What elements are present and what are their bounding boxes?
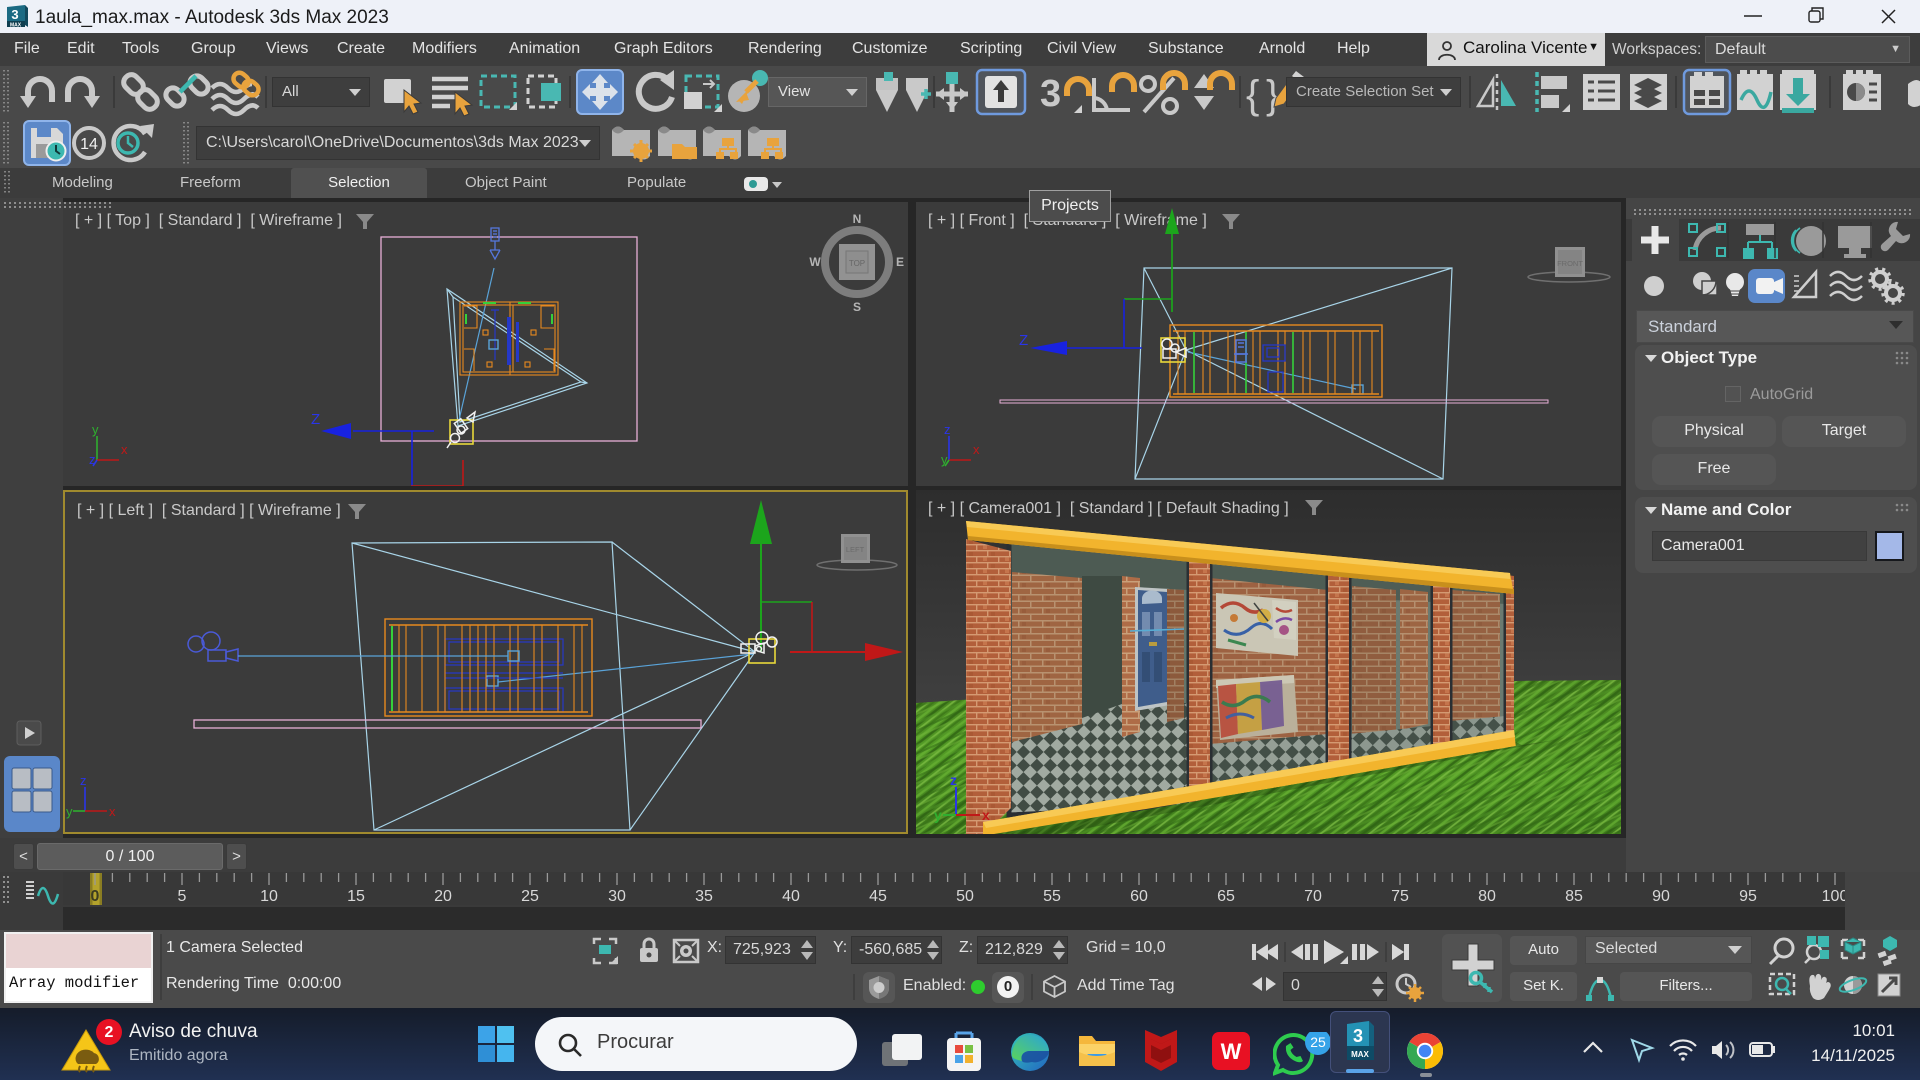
svg-text:5: 5: [178, 888, 187, 905]
svg-text:z: z: [89, 452, 96, 467]
svg-text:70: 70: [1304, 888, 1322, 905]
svg-text:}: }: [1266, 73, 1279, 117]
svg-text:N: N: [853, 212, 862, 226]
svg-text:{: {: [1246, 73, 1259, 117]
svg-text:45: 45: [869, 888, 887, 905]
svg-text:x: x: [982, 807, 990, 823]
svg-text:75: 75: [1391, 888, 1409, 905]
svg-text:30: 30: [608, 888, 626, 905]
svg-text:14: 14: [80, 136, 98, 153]
svg-text:Z: Z: [1019, 332, 1028, 349]
svg-text:Z: Z: [311, 411, 320, 428]
svg-text:S: S: [853, 300, 861, 314]
svg-text:15: 15: [347, 888, 365, 905]
svg-text:55: 55: [1043, 888, 1061, 905]
svg-text:40: 40: [782, 888, 800, 905]
svg-text:3: 3: [11, 7, 18, 22]
svg-text:FRONT: FRONT: [1557, 259, 1583, 268]
svg-text:65: 65: [1217, 888, 1235, 905]
svg-text:35: 35: [695, 888, 713, 905]
svg-text:x: x: [973, 442, 980, 457]
svg-text:W: W: [809, 255, 821, 269]
svg-text:80: 80: [1478, 888, 1496, 905]
svg-text:0: 0: [91, 888, 100, 905]
svg-text:25: 25: [1310, 1034, 1326, 1050]
svg-text:60: 60: [1130, 888, 1148, 905]
svg-text:x: x: [121, 442, 128, 457]
svg-text:85: 85: [1565, 888, 1583, 905]
svg-text:10: 10: [260, 888, 278, 905]
svg-text:W: W: [1221, 1039, 1242, 1064]
svg-text:25: 25: [521, 888, 539, 905]
svg-text:MAX: MAX: [1351, 1050, 1369, 1059]
svg-text:y: y: [66, 804, 73, 819]
svg-text:20: 20: [434, 888, 452, 905]
svg-text:E: E: [896, 255, 904, 269]
svg-text:TOP: TOP: [849, 259, 865, 268]
svg-text:y: y: [934, 807, 942, 823]
svg-text:x: x: [109, 804, 116, 819]
svg-text:50: 50: [956, 888, 974, 905]
svg-text:y: y: [941, 452, 948, 467]
svg-text:90: 90: [1652, 888, 1670, 905]
svg-text:3: 3: [1040, 73, 1061, 115]
svg-text:3: 3: [1353, 1026, 1363, 1046]
svg-text:z: z: [80, 773, 87, 788]
svg-text:2: 2: [105, 1024, 114, 1041]
svg-text:z: z: [950, 772, 957, 788]
svg-text:MAX: MAX: [10, 23, 22, 29]
svg-text:95: 95: [1739, 888, 1757, 905]
svg-text:y: y: [92, 422, 99, 437]
svg-text:z: z: [944, 422, 951, 437]
svg-text:LEFT: LEFT: [846, 545, 865, 554]
